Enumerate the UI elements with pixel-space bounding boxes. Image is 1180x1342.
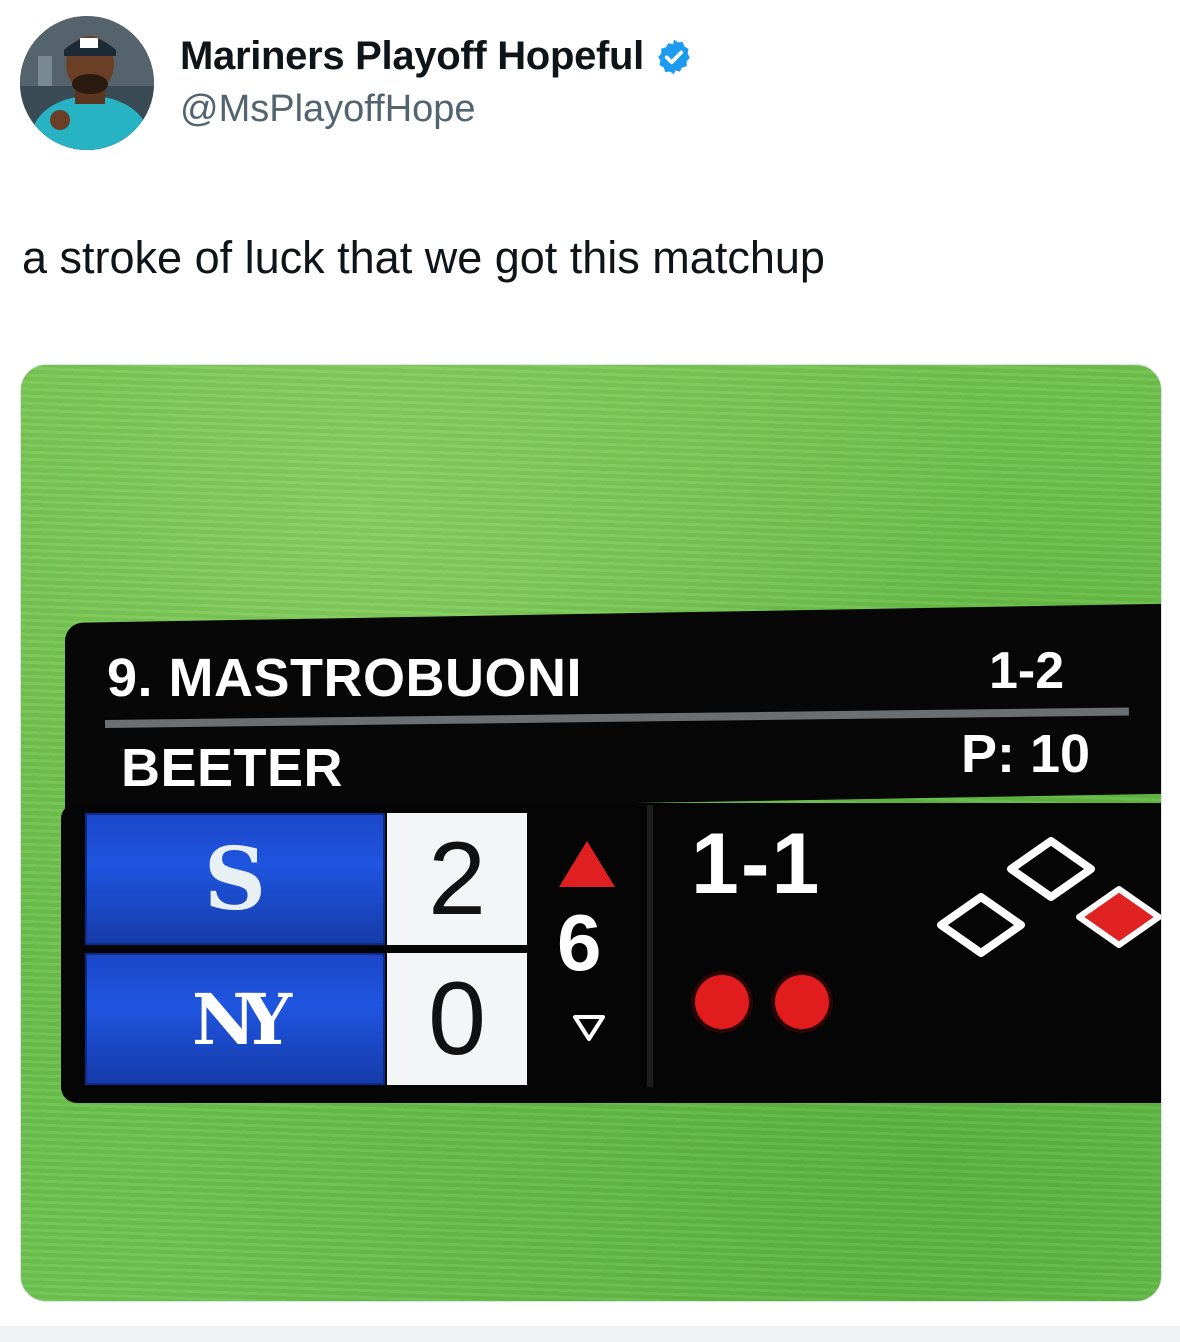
inning-indicator: 6 (531, 805, 641, 1087)
inning-top-arrow-icon (559, 841, 615, 887)
pitcher-name: BEETER (121, 738, 344, 798)
out-dot (695, 975, 749, 1029)
home-score: 0 (387, 953, 527, 1085)
pitch-count: P: 10 (961, 724, 1091, 784)
column-separator (647, 805, 653, 1087)
away-team-row: S (85, 813, 385, 945)
away-score: 2 (387, 813, 527, 945)
verified-badge-icon[interactable] (654, 37, 694, 77)
avatar[interactable] (20, 16, 154, 150)
tweet-text: a stroke of luck that we got this matchu… (22, 232, 825, 283)
mariners-logo-icon: S (203, 828, 267, 930)
display-name[interactable]: Mariners Playoff Hopeful (180, 34, 694, 79)
bases-diamond (901, 817, 1161, 967)
bottom-bar (0, 1326, 1180, 1342)
first-base-icon (1076, 886, 1161, 948)
out-dot (775, 975, 829, 1029)
second-base-icon (1007, 837, 1095, 901)
batter-name: 9. MASTROBUONI (107, 648, 583, 708)
display-name-text[interactable]: Mariners Playoff Hopeful (180, 34, 644, 79)
ball-strike-count: 1-1 (691, 816, 822, 912)
yankees-logo-icon: NY (192, 977, 292, 1061)
inning-bottom-arrow-icon (571, 1013, 607, 1043)
batter-stat: 1-2 (989, 642, 1065, 700)
outs-indicator (695, 975, 829, 1029)
handle[interactable]: @MsPlayoffHope (180, 88, 476, 131)
third-base-icon (937, 893, 1025, 957)
home-team-row: NY (85, 953, 385, 1085)
tweet-media-image[interactable]: 9. MASTROBUONI 1-2 BEETER P: 10 S 2 NY 0… (20, 364, 1162, 1302)
inning-number: 6 (557, 898, 602, 987)
